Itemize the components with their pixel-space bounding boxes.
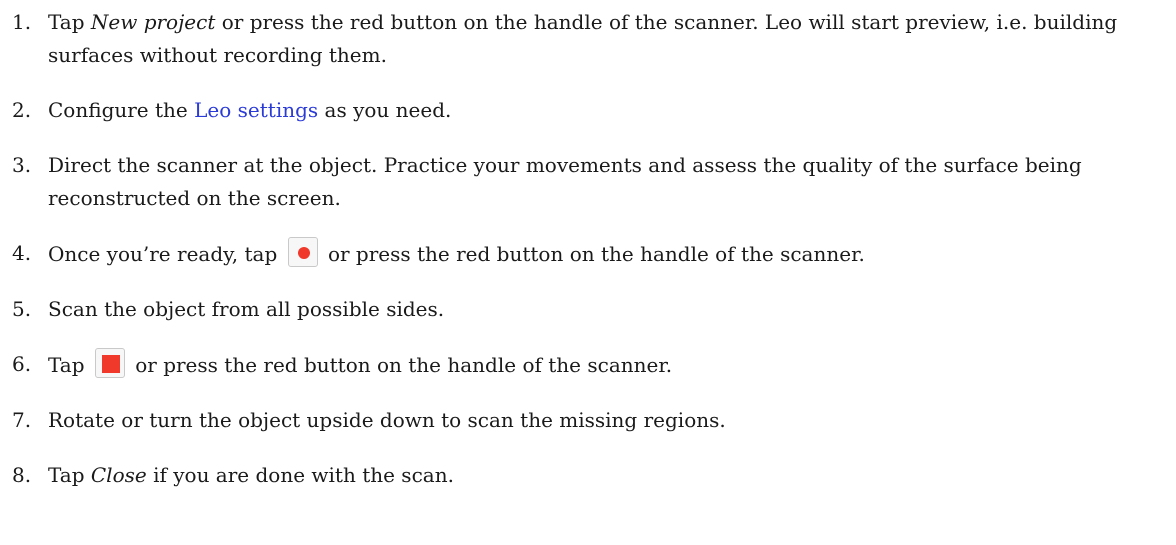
step-text: Tap Close if you are done with the scan. bbox=[48, 459, 1176, 492]
stop-icon bbox=[94, 348, 125, 378]
step-number: 2. bbox=[12, 98, 32, 122]
step-8: 8. Tap Close if you are done with the sca… bbox=[12, 459, 1176, 492]
text-run: or press the red button on the handle of… bbox=[128, 353, 673, 377]
step-text: Direct the scanner at the object. Practi… bbox=[48, 149, 1176, 215]
step-text: Tap New project or press the red button … bbox=[48, 6, 1176, 72]
text-run: Tap bbox=[48, 353, 91, 377]
leo-settings-link[interactable]: Leo settings bbox=[194, 98, 318, 122]
text-run: if you are done with the scan. bbox=[146, 463, 454, 487]
text-run: as you need. bbox=[318, 98, 452, 122]
step-number: 3. bbox=[12, 153, 32, 177]
steps-list: 1. Tap New project or press the red butto… bbox=[12, 6, 1176, 492]
step-text: Configure the Leo settings as you need. bbox=[48, 94, 1176, 127]
step-text: Rotate or turn the object upside down to… bbox=[48, 404, 1176, 437]
instructions-document: 1. Tap New project or press the red butto… bbox=[0, 0, 1176, 545]
text-run: Direct the scanner at the object. Practi… bbox=[48, 153, 1082, 210]
text-run: Configure the bbox=[48, 98, 195, 122]
text-run: Once you’re ready, tap bbox=[48, 242, 284, 266]
ui-term: New project bbox=[90, 10, 216, 34]
ui-term: Close bbox=[90, 463, 147, 487]
step-5: 5. Scan the object from all possible side… bbox=[12, 293, 1176, 326]
step-number: 5. bbox=[12, 297, 32, 321]
text-run: or press the red button on the handle of… bbox=[321, 242, 865, 266]
step-text: Once you’re ready, tap or press the red … bbox=[48, 237, 1176, 271]
step-1: 1. Tap New project or press the red butto… bbox=[12, 6, 1176, 72]
step-4: 4. Once you’re ready, tap or press the re… bbox=[12, 237, 1176, 271]
step-3: 3. Direct the scanner at the object. Prac… bbox=[12, 149, 1176, 215]
step-number: 4. bbox=[12, 241, 32, 265]
step-text: Scan the object from all possible sides. bbox=[48, 293, 1176, 326]
text-run: Rotate or turn the object upside down to… bbox=[48, 408, 726, 432]
step-text: Tap or press the red button on the handl… bbox=[48, 348, 1176, 382]
step-number: 1. bbox=[12, 10, 32, 34]
step-number: 6. bbox=[12, 352, 32, 376]
text-run: Scan the object from all possible sides. bbox=[48, 297, 445, 321]
text-run: Tap bbox=[48, 10, 91, 34]
step-6: 6. Tap or press the red button on the han… bbox=[12, 348, 1176, 382]
record-icon bbox=[287, 237, 318, 267]
step-number: 7. bbox=[12, 408, 32, 432]
step-2: 2. Configure the Leo settings as you need… bbox=[12, 94, 1176, 127]
step-7: 7. Rotate or turn the object upside down … bbox=[12, 404, 1176, 437]
step-number: 8. bbox=[12, 463, 32, 487]
text-run: Tap bbox=[48, 463, 91, 487]
